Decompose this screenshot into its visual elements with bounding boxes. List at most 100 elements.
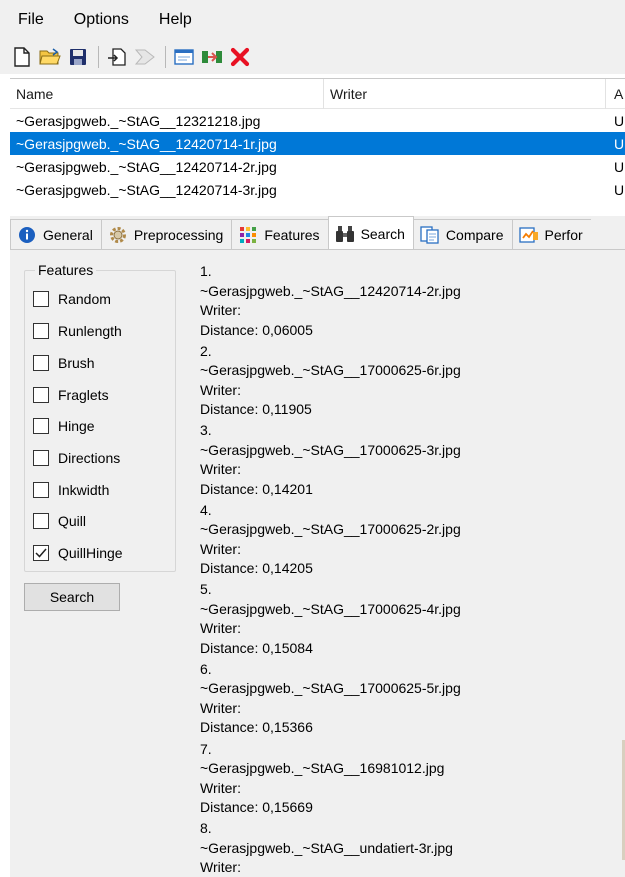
file-list[interactable]: Name Writer A ~Gerasjpgweb._~StAG__12321…	[10, 78, 625, 212]
result-rank: 1.	[200, 263, 212, 279]
file-a: U	[614, 135, 625, 152]
compare-icon	[420, 225, 440, 245]
column-header-writer[interactable]: Writer	[324, 79, 606, 109]
result-item: 4. ~Gerasjpgweb._~StAG__17000625-2r.jpg …	[200, 501, 610, 581]
result-rank: 3.	[200, 422, 212, 439]
checkbox-quill[interactable]: Quill	[33, 510, 86, 532]
checkbox-label: Inkwidth	[58, 482, 110, 498]
tab-label: Preprocessing	[133, 226, 224, 243]
search-button[interactable]: Search	[24, 583, 120, 611]
tab-search[interactable]: Search	[327, 216, 414, 249]
checkbox-box[interactable]	[33, 355, 49, 371]
result-file: ~Gerasjpgweb._~StAG__17000625-3r.jpg	[200, 441, 461, 458]
gear-icon	[108, 225, 128, 245]
result-writer: Writer:	[200, 859, 241, 876]
binoculars-icon	[335, 224, 355, 244]
result-file: ~Gerasjpgweb._~StAG__undatiert-3r.jpg	[200, 839, 453, 856]
column-header-name[interactable]: Name	[10, 79, 324, 109]
tab-strip: General Preprocessing Features Search Co…	[10, 216, 625, 250]
result-item: 6. ~Gerasjpgweb._~StAG__17000625-5r.jpg …	[200, 660, 610, 740]
checkbox-label: Fraglets	[58, 387, 109, 403]
menu-options[interactable]: Options	[70, 9, 133, 31]
tab-label: Search	[360, 225, 405, 242]
new-document-icon[interactable]	[10, 45, 34, 69]
search-results: 1. ~Gerasjpgweb._~StAG__12420714-2r.jpg …	[200, 262, 610, 877]
menu-bar: File Options Help	[0, 0, 625, 40]
checkbox-hinge[interactable]: Hinge	[33, 415, 95, 437]
checkbox-brush[interactable]: Brush	[33, 352, 95, 374]
save-icon[interactable]	[66, 45, 90, 69]
tab-features[interactable]: Features	[231, 219, 329, 249]
checkbox-box[interactable]	[33, 418, 49, 434]
result-file: ~Gerasjpgweb._~StAG__17000625-5r.jpg	[200, 680, 461, 697]
checkbox-box[interactable]	[33, 323, 49, 339]
tab-general[interactable]: General	[10, 219, 102, 249]
result-file: ~Gerasjpgweb._~StAG__17000625-4r.jpg	[200, 600, 461, 617]
result-file: ~Gerasjpgweb._~StAG__12420714-2r.jpg	[200, 282, 461, 299]
checkbox-box[interactable]	[33, 482, 49, 498]
checkbox-box-checked[interactable]	[33, 545, 49, 561]
menu-help[interactable]: Help	[155, 9, 196, 31]
result-rank: 4.	[200, 501, 212, 518]
result-item: 8. ~Gerasjpgweb._~StAG__undatiert-3r.jpg…	[200, 819, 610, 877]
file-a: U	[614, 181, 625, 198]
delete-icon[interactable]	[228, 45, 252, 69]
checkbox-box[interactable]	[33, 387, 49, 403]
search-panel: Features Random Runlength Brush Fraglets…	[10, 250, 625, 877]
checkbox-box[interactable]	[33, 291, 49, 307]
checkbox-directions[interactable]: Directions	[33, 447, 120, 469]
result-writer: Writer:	[200, 381, 241, 398]
result-item: 1. ~Gerasjpgweb._~StAG__12420714-2r.jpg …	[200, 262, 610, 342]
result-file: ~Gerasjpgweb._~StAG__17000625-6r.jpg	[200, 362, 461, 379]
info-icon	[17, 225, 37, 245]
result-writer: Writer:	[200, 699, 241, 716]
window-icon[interactable]	[172, 45, 196, 69]
tab-compare[interactable]: Compare	[412, 219, 513, 249]
list-item[interactable]: ~Gerasjpgweb._~StAG__12420714-3r.jpg U	[10, 178, 625, 201]
toolbar-separator	[98, 46, 99, 68]
checkbox-box[interactable]	[33, 450, 49, 466]
result-writer: Writer:	[200, 620, 241, 637]
result-file: ~Gerasjpgweb._~StAG__17000625-2r.jpg	[200, 521, 461, 538]
list-header: Name Writer A	[10, 79, 625, 109]
arrow-forward-icon[interactable]	[133, 45, 157, 69]
result-file: ~Gerasjpgweb._~StAG__16981012.jpg	[200, 760, 445, 777]
tab-preprocessing[interactable]: Preprocessing	[100, 219, 233, 249]
menu-file[interactable]: File	[14, 9, 48, 31]
file-name: ~Gerasjpgweb._~StAG__12420714-3r.jpg	[16, 181, 277, 198]
import-icon[interactable]	[105, 45, 129, 69]
merge-icon[interactable]	[200, 45, 224, 69]
file-name: ~Gerasjpgweb._~StAG__12420714-2r.jpg	[16, 158, 277, 175]
checkbox-label: Runlength	[58, 323, 122, 339]
result-rank: 5.	[200, 581, 212, 598]
checkbox-random[interactable]: Random	[33, 288, 111, 310]
checkmark-icon	[35, 548, 47, 558]
checkbox-inkwidth[interactable]: Inkwidth	[33, 479, 109, 501]
checkbox-label: Brush	[58, 355, 95, 371]
result-distance: Distance: 0,15084	[200, 639, 313, 656]
list-item[interactable]: ~Gerasjpgweb._~StAG__12321218.jpg U	[10, 109, 625, 132]
list-item-selected[interactable]: ~Gerasjpgweb._~StAG__12420714-1r.jpg U	[10, 132, 625, 155]
toolbar-separator	[165, 46, 166, 68]
toolbar	[0, 40, 625, 74]
column-header-a[interactable]: A	[606, 79, 625, 109]
result-writer: Writer:	[200, 461, 241, 478]
open-folder-icon[interactable]	[38, 45, 62, 69]
result-rank: 2.	[200, 342, 212, 359]
result-item: 7. ~Gerasjpgweb._~StAG__16981012.jpg Wri…	[200, 740, 610, 820]
checkbox-fraglets[interactable]: Fraglets	[33, 384, 109, 406]
tab-performance[interactable]: Perfor	[511, 219, 591, 249]
performance-icon	[518, 225, 539, 245]
list-item[interactable]: ~Gerasjpgweb._~StAG__12420714-2r.jpg U	[10, 155, 625, 178]
checkbox-runlength[interactable]: Runlength	[33, 320, 122, 342]
checkbox-box[interactable]	[33, 513, 49, 529]
result-item: 3. ~Gerasjpgweb._~StAG__17000625-3r.jpg …	[200, 421, 610, 501]
file-name: ~Gerasjpgweb._~StAG__12321218.jpg	[16, 112, 261, 129]
checkbox-quillhinge[interactable]: QuillHinge	[33, 542, 123, 564]
result-distance: Distance: 0,15366	[200, 719, 313, 736]
checkbox-label: Hinge	[58, 418, 95, 434]
checkbox-label: Directions	[58, 450, 121, 466]
file-a: U	[614, 158, 625, 175]
grid-icon	[238, 225, 258, 245]
tab-label: Perfor	[544, 226, 583, 243]
